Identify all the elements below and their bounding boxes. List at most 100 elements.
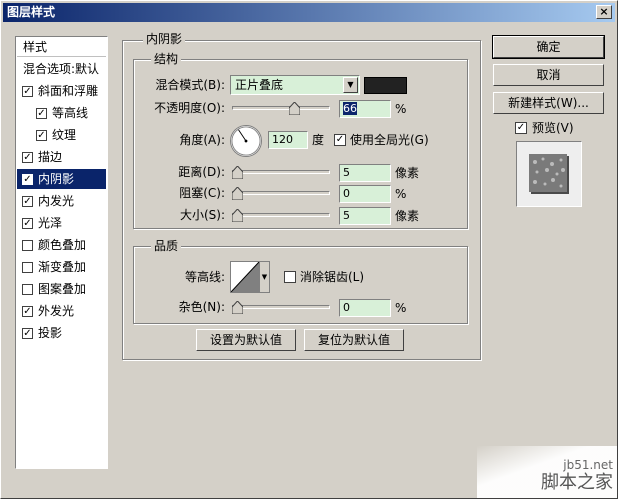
style-item-label: 颜色叠加	[38, 238, 87, 252]
cancel-button[interactable]: 取消	[493, 64, 604, 86]
style-item-label: 混合选项:默认	[23, 62, 100, 76]
global-light-label: 使用全局光(G)	[350, 133, 429, 147]
angle-field[interactable]: 120	[268, 131, 308, 149]
choke-field[interactable]: 0	[339, 185, 391, 203]
style-item-label: 纹理	[52, 128, 77, 142]
slider-thumb-icon[interactable]	[232, 166, 243, 179]
title-bar[interactable]: 图层样式 ×	[3, 3, 615, 22]
opacity-slider[interactable]	[232, 102, 330, 116]
angle-dial-icon[interactable]	[230, 125, 262, 157]
style-list-item[interactable]: ✓ 描边	[17, 147, 106, 167]
distance-slider[interactable]	[232, 166, 330, 180]
style-checkbox[interactable]	[22, 284, 33, 295]
blend-mode-select[interactable]: 正片叠底 ▼	[230, 75, 360, 95]
global-light-checkbox[interactable]: ✓	[334, 134, 346, 146]
opacity-unit: %	[395, 102, 407, 116]
style-item-label: 渐变叠加	[38, 260, 87, 274]
noise-unit: %	[395, 301, 407, 315]
style-checkbox[interactable]: ✓	[22, 328, 33, 339]
opacity-label: 不透明度(O):	[154, 101, 225, 115]
preview-label: 预览(V)	[532, 121, 574, 135]
style-item-label: 内发光	[38, 194, 75, 208]
noise-label: 杂色(N):	[178, 300, 225, 314]
style-list-item[interactable]: ✓ 内发光	[17, 191, 106, 211]
chevron-down-icon[interactable]: ▼	[343, 77, 358, 93]
style-checkbox[interactable]: ✓	[22, 306, 33, 317]
inner-shadow-title: 内阴影	[143, 32, 186, 46]
slider-thumb-icon[interactable]	[232, 209, 243, 222]
style-list-header[interactable]: 样式	[17, 37, 106, 57]
size-label: 大小(S):	[179, 208, 225, 222]
angle-label: 角度(A):	[179, 133, 225, 147]
style-item-label: 外发光	[38, 304, 75, 318]
distance-label: 距离(D):	[178, 165, 225, 179]
contour-label: 等高线:	[184, 270, 225, 284]
style-list-item[interactable]: ✓ 投影	[17, 323, 106, 343]
quality-title: 品质	[151, 239, 182, 253]
close-button[interactable]: ×	[596, 5, 612, 19]
watermark: jb51.net 脚本之家	[477, 446, 617, 498]
preview-thumbnail	[516, 141, 582, 207]
layer-style-dialog: 图层样式 × 样式 混合选项:默认 ✓ 斜面和浮雕 ✓ 等高线 ✓ 纹理 ✓ 描边 ✓ 内阴影 ✓ 内发…	[0, 0, 618, 499]
contour-preview-icon	[231, 262, 259, 292]
style-checkbox[interactable]: ✓	[22, 152, 33, 163]
style-checkbox[interactable]: ✓	[22, 174, 33, 185]
style-checkbox[interactable]	[22, 262, 33, 273]
noise-slider[interactable]	[232, 301, 330, 315]
style-checkbox[interactable]: ✓	[36, 108, 47, 119]
style-item-label: 斜面和浮雕	[38, 84, 99, 98]
blend-mode-value: 正片叠底	[235, 78, 284, 92]
style-checkbox[interactable]: ✓	[36, 130, 47, 141]
choke-unit: %	[395, 187, 407, 201]
style-item-label: 图案叠加	[38, 282, 87, 296]
style-list: 样式 混合选项:默认 ✓ 斜面和浮雕 ✓ 等高线 ✓ 纹理 ✓ 描边 ✓ 内阴影 ✓ 内发光 ✓ 光泽颜色叠…	[15, 36, 108, 469]
structure-title: 结构	[151, 52, 182, 66]
style-list-item[interactable]: 混合选项:默认	[17, 59, 106, 79]
angle-unit: 度	[312, 133, 325, 147]
watermark-brand: 脚本之家	[541, 472, 613, 493]
style-checkbox[interactable]: ✓	[22, 196, 33, 207]
style-item-label: 等高线	[52, 106, 89, 120]
preview-image-icon	[529, 154, 569, 194]
style-checkbox[interactable]: ✓	[22, 86, 33, 97]
distance-unit: 像素	[395, 166, 420, 180]
style-item-label: 光泽	[38, 216, 63, 230]
slider-thumb-icon[interactable]	[289, 102, 300, 115]
style-list-item[interactable]: 渐变叠加	[17, 257, 106, 277]
slider-thumb-icon[interactable]	[232, 187, 243, 200]
style-item-label: 描边	[38, 150, 63, 164]
style-item-label: 内阴影	[38, 172, 75, 186]
blend-mode-label: 混合模式(B):	[155, 78, 225, 92]
style-item-label: 投影	[38, 326, 63, 340]
ok-button[interactable]: 确定	[492, 35, 605, 59]
shadow-color-swatch[interactable]	[364, 77, 407, 94]
new-style-button[interactable]: 新建样式(W)...	[493, 92, 604, 114]
style-list-item[interactable]: ✓ 纹理	[17, 125, 106, 145]
style-checkbox[interactable]: ✓	[22, 218, 33, 229]
style-list-item[interactable]: 图案叠加	[17, 279, 106, 299]
style-list-item[interactable]: ✓ 光泽	[17, 213, 106, 233]
style-list-item[interactable]: 颜色叠加	[17, 235, 106, 255]
size-field[interactable]: 5	[339, 207, 391, 225]
antialias-checkbox[interactable]	[284, 271, 296, 283]
chevron-down-icon[interactable]: ▼	[259, 262, 269, 292]
distance-field[interactable]: 5	[339, 164, 391, 182]
slider-thumb-icon[interactable]	[232, 301, 243, 314]
dialog-title: 图层样式	[7, 5, 56, 19]
style-list-item[interactable]: ✓ 内阴影	[17, 169, 106, 189]
style-checkbox[interactable]	[22, 240, 33, 251]
antialias-label: 消除锯齿(L)	[300, 270, 365, 284]
style-list-item[interactable]: ✓ 等高线	[17, 103, 106, 123]
preview-checkbox[interactable]: ✓	[515, 122, 527, 134]
style-list-item[interactable]: ✓ 斜面和浮雕	[17, 81, 106, 101]
opacity-field[interactable]: 66	[339, 100, 391, 118]
make-default-button[interactable]: 设置为默认值	[196, 329, 296, 351]
choke-label: 阻塞(C):	[179, 186, 225, 200]
contour-picker[interactable]: ▼	[230, 261, 270, 293]
size-unit: 像素	[395, 209, 420, 223]
choke-slider[interactable]	[232, 187, 330, 201]
reset-default-button[interactable]: 复位为默认值	[304, 329, 404, 351]
size-slider[interactable]	[232, 209, 330, 223]
style-list-item[interactable]: ✓ 外发光	[17, 301, 106, 321]
noise-field[interactable]: 0	[339, 299, 391, 317]
